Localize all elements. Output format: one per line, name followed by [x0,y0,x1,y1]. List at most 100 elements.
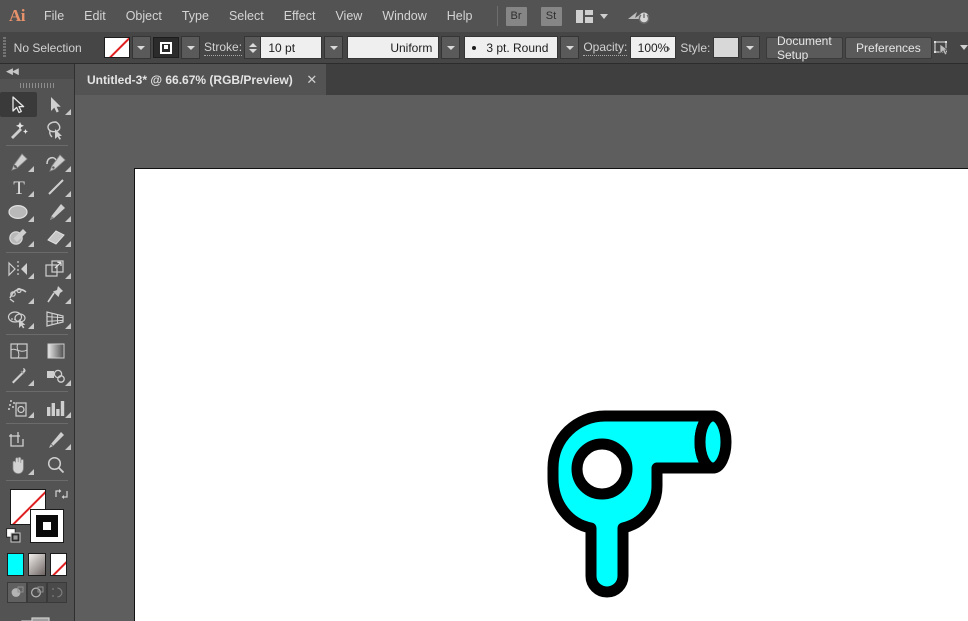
shaper-icon [8,227,30,247]
width-icon [7,284,31,304]
menu-window[interactable]: Window [372,0,436,32]
menu-edit[interactable]: Edit [74,0,116,32]
paintbrush-tool[interactable] [37,199,74,224]
mesh-tool[interactable] [0,338,37,363]
shaper-tool[interactable] [0,224,37,249]
pen-tool[interactable] [0,149,37,174]
menu-select[interactable]: Select [219,0,274,32]
hair-dryer-artwork[interactable] [545,408,745,614]
change-screen-mode-button[interactable] [20,615,54,621]
curvature-tool[interactable] [37,149,74,174]
chevron-down-icon [187,46,195,50]
hair-dryer-shape[interactable] [553,416,726,592]
hair-dryer-fan-hole [577,444,627,494]
column-graph-tool[interactable] [37,395,74,420]
default-fill-stroke-button[interactable] [6,528,21,548]
line-segment-tool[interactable] [37,174,74,199]
fill-swatch[interactable] [104,37,130,58]
zoom-tool[interactable] [37,452,74,477]
line-icon [46,177,66,197]
opacity-input[interactable]: 100% › [630,36,677,59]
fill-dropdown-button[interactable] [132,36,151,59]
menu-file[interactable]: File [34,0,74,32]
symbol-sprayer-tool[interactable] [0,395,37,420]
artboard-tool[interactable] [0,427,37,452]
stock-button[interactable]: St [541,7,562,26]
select-similar-button[interactable] [934,39,968,57]
bridge-button[interactable]: Br [506,7,527,26]
brush-definition-control[interactable]: 3 pt. Round [464,36,579,59]
gradient-icon [45,341,67,361]
toolbar-collapse-button[interactable]: ◀◀ [0,64,74,79]
direct-selection-tool[interactable] [37,92,74,117]
control-bar: No Selection Stroke: 10 pt [0,32,968,64]
stroke-weight-stepper[interactable] [244,36,260,59]
free-transform-tool[interactable] [37,281,74,306]
stroke-color-control[interactable] [153,36,200,59]
perspective-grid-tool[interactable] [37,306,74,331]
graphic-style-dropdown-button[interactable] [741,36,760,59]
artboard[interactable] [134,168,968,621]
stroke-weight-dropdown-button[interactable] [324,36,343,59]
toolbar-divider [6,145,68,146]
canvas-area[interactable] [75,95,968,621]
eyedropper-tool[interactable] [0,363,37,388]
slice-tool[interactable] [37,427,74,452]
fill-control[interactable] [104,36,151,59]
menu-object[interactable]: Object [116,0,172,32]
opacity-label[interactable]: Opacity: [583,40,627,56]
eraser-tool[interactable] [37,224,74,249]
lasso-tool[interactable] [37,117,74,142]
stroke-weight-control[interactable]: 10 pt [244,36,343,59]
draw-normal-button[interactable] [7,582,27,603]
menu-view[interactable]: View [325,0,372,32]
draw-inside-button[interactable] [47,582,67,603]
rotate-tool[interactable] [0,256,37,281]
opacity-expand-icon[interactable]: › [666,40,670,55]
preferences-button[interactable]: Preferences [845,37,932,59]
graphic-style-control[interactable] [713,36,760,59]
select-similar-icon [934,39,954,57]
menu-help[interactable]: Help [437,0,483,32]
ellipse-tool[interactable] [0,199,37,224]
control-bar-grip[interactable] [3,37,6,59]
menu-effect[interactable]: Effect [274,0,326,32]
selection-tool[interactable] [0,92,37,117]
stroke-dropdown-button[interactable] [181,36,200,59]
stroke-profile-dropdown-button[interactable] [441,36,460,59]
document-setup-button[interactable]: Document Setup [766,37,843,59]
selection-arrow-icon [11,96,26,114]
arrange-documents-button[interactable] [576,10,608,23]
brush-dropdown-button[interactable] [560,36,579,59]
toolbar-grip[interactable] [0,79,74,92]
menu-type[interactable]: Type [172,0,219,32]
graphic-style-swatch[interactable] [713,37,739,58]
stroke-profile-value[interactable]: Uniform [347,36,439,59]
swap-fill-stroke-button[interactable] [54,487,70,506]
stroke-weight-input[interactable]: 10 pt [260,36,322,59]
app-logo: Ai [0,0,34,32]
none-swatch[interactable] [50,553,67,576]
close-icon[interactable]: ✕ [305,72,319,88]
scale-icon [44,259,68,279]
gradient-swatch[interactable] [28,553,45,576]
curvature-pen-icon [45,152,67,172]
color-swatch[interactable] [7,553,24,576]
magic-wand-tool[interactable] [0,117,37,142]
shape-builder-tool[interactable] [0,306,37,331]
width-tool[interactable] [0,281,37,306]
gradient-tool[interactable] [37,338,74,363]
brush-definition-value[interactable]: 3 pt. Round [464,36,558,59]
blend-tool[interactable] [37,363,74,388]
document-tab-bar: Untitled-3* @ 66.67% (RGB/Preview) ✕ [75,64,968,95]
cloud-sync-button[interactable] [626,7,650,25]
stroke-profile-control[interactable]: Uniform [347,36,460,59]
hand-tool[interactable] [0,452,37,477]
draw-behind-button[interactable] [27,582,47,603]
stroke-color-swatch[interactable] [30,509,64,543]
stroke-swatch[interactable] [153,37,179,58]
document-tab[interactable]: Untitled-3* @ 66.67% (RGB/Preview) ✕ [75,64,326,95]
type-tool[interactable]: T [0,174,37,199]
scale-tool[interactable] [37,256,74,281]
stroke-label[interactable]: Stroke: [204,40,242,56]
